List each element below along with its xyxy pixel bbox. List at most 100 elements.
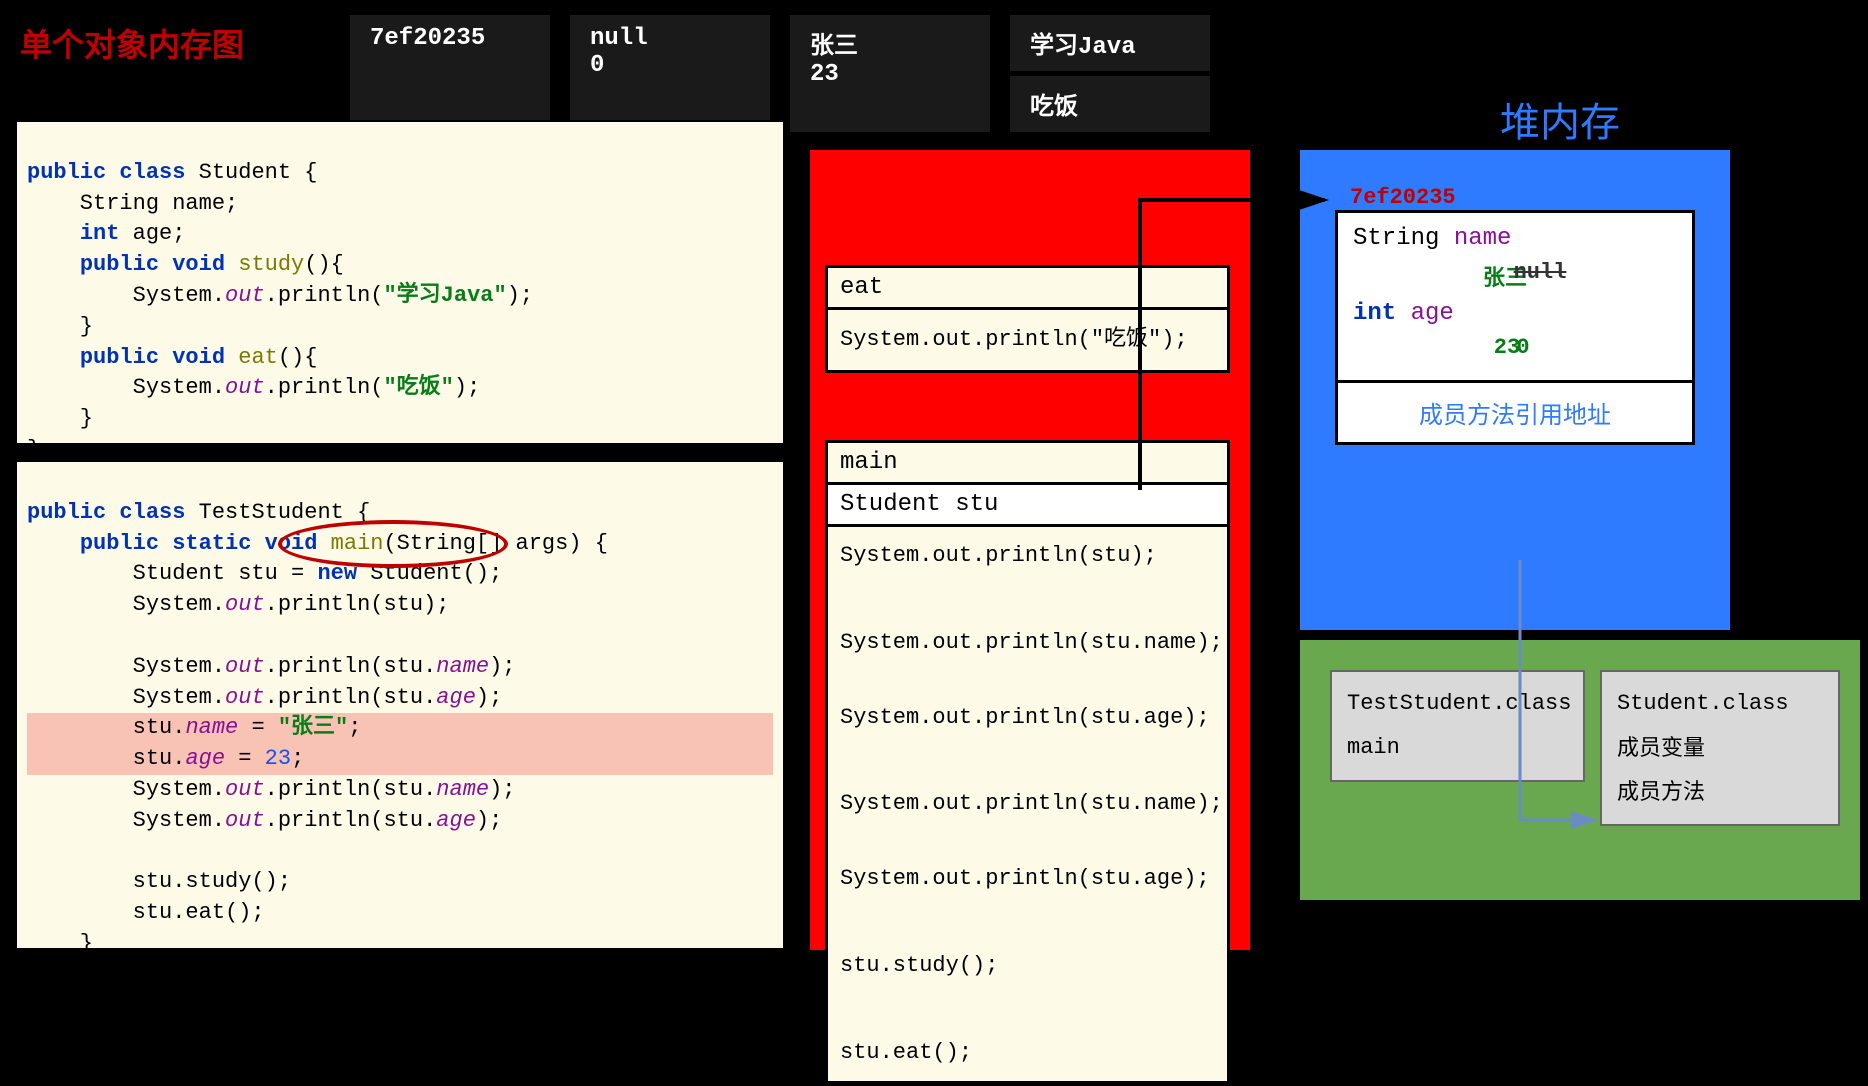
code-text (27, 221, 80, 246)
code-text: stu. (27, 715, 185, 740)
code-text: eat (238, 345, 278, 370)
code-text: out (932, 705, 972, 730)
code-text: out (225, 654, 265, 679)
code-text: Student (199, 160, 291, 185)
code-text: TestStudent (199, 500, 344, 525)
main-frame-header: main (828, 443, 1227, 485)
code-text: System. (840, 705, 932, 730)
code-text: out (932, 543, 972, 568)
code-text: public (80, 252, 159, 277)
student-class-box: Student.class 成员变量 成员方法 (1600, 670, 1840, 826)
code-text: } (27, 962, 40, 987)
code-text: void (172, 252, 225, 277)
code-text: String name; (27, 191, 238, 216)
heap-object-address: 7ef20235 (1350, 185, 1456, 210)
test-student-code: public class TestStudent { public static… (15, 460, 785, 950)
code-text: 23 (265, 746, 291, 771)
code-text: Student stu = (27, 561, 317, 586)
code-text: out (225, 808, 265, 833)
code-text: = (225, 746, 265, 771)
code-text: void (172, 345, 225, 370)
code-text: Student(); (357, 561, 502, 586)
code-text: (){ (278, 345, 318, 370)
code-text: ); (1196, 630, 1222, 655)
code-text: = (238, 715, 278, 740)
code-text: .println(stu. (972, 630, 1144, 655)
code-text: age (436, 685, 476, 710)
code-text: out (225, 283, 265, 308)
code-text: out (932, 630, 972, 655)
class-vars: 成员变量 (1617, 726, 1823, 770)
code-text: out (225, 685, 265, 710)
code-text: { (291, 160, 317, 185)
code-text: name (436, 654, 489, 679)
code-text: System. (840, 327, 932, 352)
code-text: static (172, 531, 251, 556)
code-text: name (185, 715, 238, 740)
code-text: null (1514, 260, 1567, 285)
code-text: out (932, 866, 972, 891)
code-text: age (436, 808, 476, 833)
eat-frame-header: eat (828, 268, 1227, 310)
eat-stack-frame: eat System.out.println("吃饭"); (825, 265, 1230, 373)
code-text: stu.eat(); (27, 900, 265, 925)
code-text: .println(stu. (265, 808, 437, 833)
code-text (27, 531, 80, 556)
code-text: int (80, 221, 120, 246)
code-text: System. (27, 685, 225, 710)
code-text: out (932, 327, 972, 352)
code-text: "吃饭" (383, 375, 453, 400)
code-text: ; (291, 746, 304, 771)
code-text: .println( (265, 375, 384, 400)
main-frame-body: System.out.println(stu); System.out.prin… (828, 527, 1227, 1081)
code-text: out (225, 592, 265, 617)
code-text: age (1144, 866, 1184, 891)
code-text: stu.study(); (27, 869, 291, 894)
code-text: System. (27, 283, 225, 308)
code-text: (String[] args) { (383, 531, 607, 556)
code-text: ); (507, 283, 533, 308)
code-text: } (27, 437, 40, 462)
code-text: name (1144, 791, 1197, 816)
code-text: stu.eat(); (840, 1034, 1215, 1071)
code-text: System. (27, 592, 225, 617)
student-class-code: public class Student { String name; int … (15, 120, 785, 445)
output-name-age: 张三 23 (790, 15, 990, 132)
code-text: .println( (265, 283, 384, 308)
code-text: String (1353, 225, 1439, 252)
code-text: System. (27, 777, 225, 802)
code-text: } (27, 314, 93, 339)
diagram-title: 单个对象内存图 (20, 20, 244, 66)
code-text: .println(stu); (265, 592, 450, 617)
code-text: name (1454, 225, 1512, 252)
code-text: ); (1196, 791, 1222, 816)
output-eat: 吃饭 (1010, 76, 1210, 132)
code-text: (){ (304, 252, 344, 277)
code-text: System. (27, 808, 225, 833)
code-text (27, 252, 80, 277)
code-text: System. (27, 375, 225, 400)
code-text: out (932, 791, 972, 816)
class-methods: 成员方法 (1617, 770, 1823, 814)
code-text: main (331, 531, 384, 556)
code-text: "张三" (278, 715, 348, 740)
heap-student-object: String name 张三null int age 230 成员方法引用地址 (1335, 210, 1695, 445)
code-text: out (225, 777, 265, 802)
code-text: ); (489, 654, 515, 679)
code-text: public (80, 531, 159, 556)
test-student-class-box: TestStudent.class main (1330, 670, 1585, 782)
code-text: ); (489, 777, 515, 802)
code-text: ); (454, 375, 480, 400)
code-text: .println(stu. (265, 685, 437, 710)
output-null-zero: null 0 (570, 15, 770, 132)
code-text: .println(stu. (972, 791, 1144, 816)
class-name: Student.class (1617, 682, 1823, 726)
code-text: study (238, 252, 304, 277)
heap-age-value: 230 (1353, 327, 1677, 368)
code-text: .println(stu); (972, 543, 1157, 568)
code-text: age (185, 746, 225, 771)
code-text: ); (1161, 327, 1187, 352)
code-text: System. (840, 543, 932, 568)
method-area: TestStudent.class main Student.class 成员变… (1300, 640, 1860, 900)
code-text: ; (348, 715, 361, 740)
